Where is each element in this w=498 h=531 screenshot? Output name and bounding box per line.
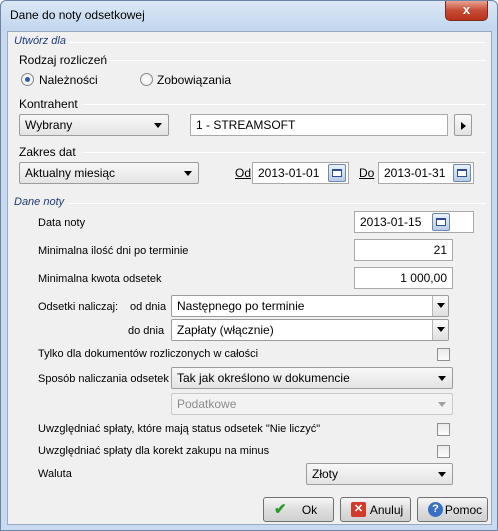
title-bar[interactable]: Dane do noty odsetkowej x [1, 1, 497, 31]
rodzaj-label: Rodzaj rozliczeń [19, 53, 108, 67]
tylko-label: Tylko dla dokumentów rozliczonych w cało… [38, 348, 259, 360]
do-dnia-label: do dnia [128, 325, 165, 337]
min-dni-label: Minimalna ilość dni po terminie [38, 245, 189, 257]
chevron-down-icon [154, 123, 162, 128]
window-title: Dane do noty odsetkowej [10, 8, 145, 22]
od-label: Od [235, 166, 252, 180]
od-dnia-label: od dnia [130, 301, 167, 313]
dialog-window: Dane do noty odsetkowej x Utwórz dla Rod… [0, 0, 498, 531]
radio-naleznosci-label[interactable]: Należności [39, 73, 98, 87]
close-button[interactable]: x [445, 1, 488, 21]
radio-zobowiazania-label[interactable]: Zobowiązania [157, 73, 231, 87]
chevron-down-icon [437, 303, 445, 308]
uwzgl-splaty-checkbox[interactable] [437, 423, 450, 436]
podatkowe-combo: Podatkowe [171, 393, 453, 415]
waluta-combo[interactable]: Złoty [306, 463, 453, 485]
sposob-label: Sposób naliczania odsetek [38, 373, 169, 385]
do-dnia-value: Zapłaty (włącznie) [177, 323, 274, 337]
do-dnia-combo[interactable]: Zapłaty (włącznie) [171, 319, 449, 341]
tylko-checkbox[interactable] [437, 348, 450, 361]
divider [83, 152, 486, 153]
odsetki-label: Odsetki naliczaj: [38, 301, 119, 313]
uwzgl-korekt-checkbox[interactable] [437, 445, 450, 458]
waluta-label: Waluta [38, 468, 72, 480]
pomoc-button-label: Pomoc [444, 503, 483, 517]
divider [68, 203, 486, 204]
data-noty-field[interactable]: 2013-01-15 [354, 211, 474, 233]
kontrahent-combo[interactable]: Wybrany [19, 114, 169, 136]
zakres-combo-value: Aktualny miesiąc [25, 166, 116, 180]
radio-zobowiazania[interactable] [140, 73, 153, 86]
anuluj-button[interactable]: ✕ Anuluj [340, 497, 411, 522]
data-noty-value: 2013-01-15 [360, 215, 422, 229]
od-dnia-value: Następnego po terminie [177, 299, 305, 313]
pomoc-button[interactable]: ? Pomoc [417, 497, 488, 522]
sposob-combo[interactable]: Tak jak określono w dokumencie [171, 367, 453, 389]
chevron-down-icon [438, 472, 446, 477]
podatkowe-value: Podatkowe [177, 397, 237, 411]
ok-button[interactable]: ✔ Ok [263, 497, 334, 522]
chevron-down-icon [184, 171, 192, 176]
uwzgl-splaty-label: Uwzględniać spłaty, które mają status od… [38, 423, 321, 435]
dialog-client-area: Utwórz dla Rodzaj rozliczeń Należności Z… [7, 31, 492, 525]
divider [83, 104, 486, 105]
data-noty-label: Data noty [38, 217, 86, 229]
kontrahent-combo-value: Wybrany [25, 118, 73, 132]
section-title-dane-noty: Dane noty [14, 196, 65, 208]
od-dnia-combo[interactable]: Następnego po terminie [171, 295, 449, 317]
radio-naleznosci[interactable] [21, 73, 34, 86]
kontrahent-label: Kontrahent [19, 97, 78, 111]
chevron-down-icon [438, 376, 446, 381]
calendar-icon[interactable] [453, 164, 471, 182]
zakres-label: Zakres dat [19, 145, 76, 159]
min-dni-field[interactable]: 21 [354, 239, 453, 261]
kontrahent-field[interactable]: 1 - STREAMSOFT [190, 114, 448, 136]
calendar-icon[interactable] [432, 213, 450, 231]
waluta-value: Złoty [312, 467, 339, 481]
section-title-utworz: Utwórz dla [14, 35, 66, 47]
anuluj-button-label: Anuluj [369, 503, 404, 517]
do-date-value: 2013-01-31 [384, 166, 446, 180]
divider [68, 42, 486, 43]
calendar-icon[interactable] [328, 164, 346, 182]
min-kwota-field[interactable]: 1 000,00 [354, 267, 453, 289]
kontrahent-select-button[interactable] [454, 114, 472, 136]
chevron-down-icon [438, 402, 446, 407]
od-date-value: 2013-01-01 [258, 166, 320, 180]
uwzgl-korekt-label: Uwzględniać spłaty dla korekt zakupu na … [38, 445, 270, 457]
min-kwota-label: Minimalna kwota odsetek [38, 273, 162, 285]
do-label: Do [359, 166, 375, 180]
chevron-down-icon [437, 327, 445, 332]
zakres-combo[interactable]: Aktualny miesiąc [19, 162, 199, 184]
ok-button-label: Ok [301, 503, 318, 517]
sposob-value: Tak jak określono w dokumencie [177, 371, 350, 385]
divider [110, 60, 486, 61]
